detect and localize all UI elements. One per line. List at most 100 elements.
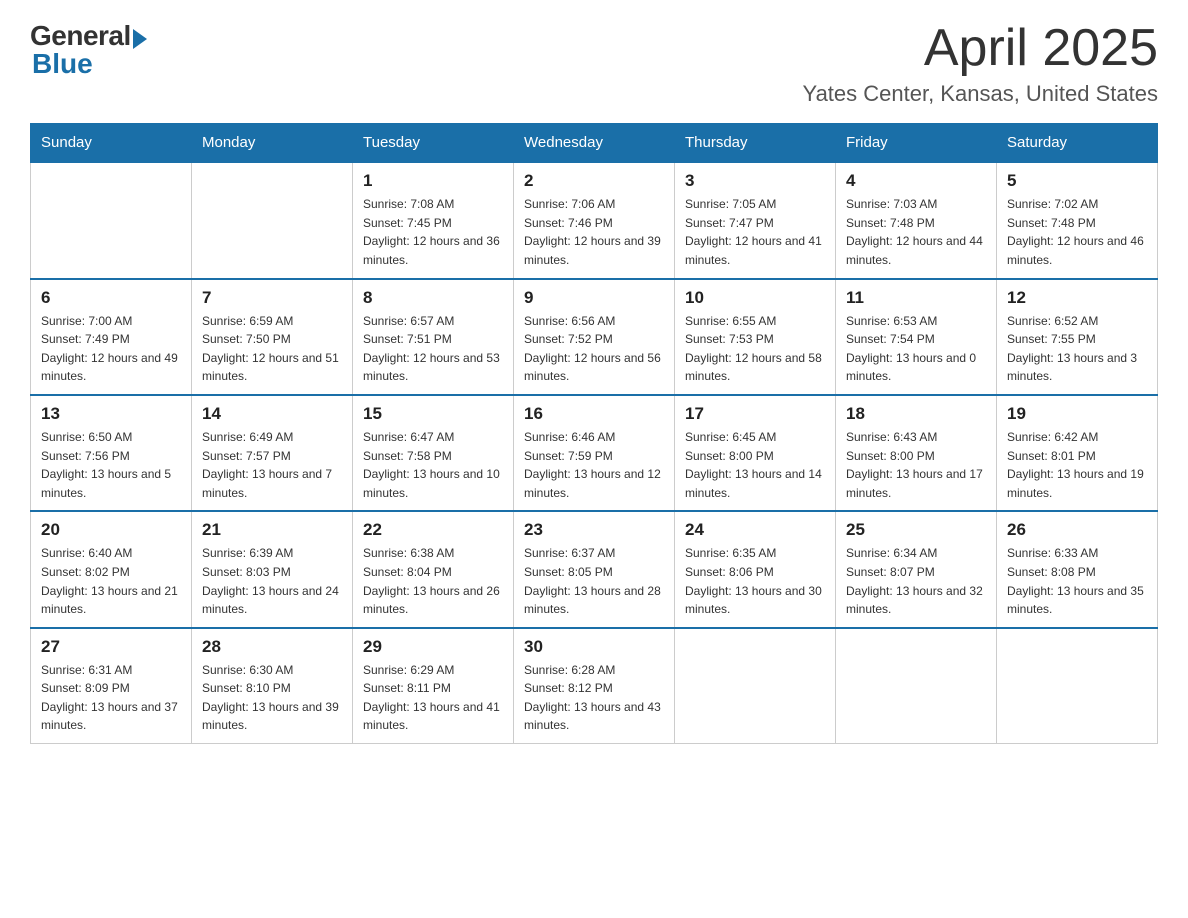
day-info: Sunrise: 7:00 AMSunset: 7:49 PMDaylight:… (41, 312, 181, 386)
header: General Blue April 2025 Yates Center, Ka… (30, 20, 1158, 107)
calendar-cell (997, 628, 1158, 744)
calendar-cell: 12 Sunrise: 6:52 AMSunset: 7:55 PMDayligh… (997, 279, 1158, 395)
day-info: Sunrise: 7:05 AMSunset: 7:47 PMDaylight:… (685, 195, 825, 269)
weekday-header-thursday: Thursday (675, 124, 836, 163)
day-info: Sunrise: 6:49 AMSunset: 7:57 PMDaylight:… (202, 428, 342, 502)
calendar-cell: 10Sunrise: 6:55 AMSunset: 7:53 PMDayligh… (675, 279, 836, 395)
day-info: Sunrise: 6:55 AMSunset: 7:53 PMDaylight:… (685, 312, 825, 386)
day-info: Sunrise: 6:45 AMSunset: 8:00 PMDaylight:… (685, 428, 825, 502)
weekday-header-tuesday: Tuesday (353, 124, 514, 163)
calendar-cell: 2 Sunrise: 7:06 AMSunset: 7:46 PMDaylight… (514, 162, 675, 278)
day-info: Sunrise: 7:03 AMSunset: 7:48 PMDaylight:… (846, 195, 986, 269)
day-number: 3 (685, 171, 825, 191)
calendar-week-row: 20Sunrise: 6:40 AMSunset: 8:02 PMDayligh… (31, 511, 1158, 627)
calendar-cell: 11Sunrise: 6:53 AMSunset: 7:54 PMDayligh… (836, 279, 997, 395)
day-info: Sunrise: 6:33 AMSunset: 8:08 PMDaylight:… (1007, 544, 1147, 618)
calendar-cell (192, 162, 353, 278)
day-info: Sunrise: 6:31 AMSunset: 8:09 PMDaylight:… (41, 661, 181, 735)
calendar-cell: 20Sunrise: 6:40 AMSunset: 8:02 PMDayligh… (31, 511, 192, 627)
calendar-cell: 7 Sunrise: 6:59 AMSunset: 7:50 PMDaylight… (192, 279, 353, 395)
calendar-cell: 1 Sunrise: 7:08 AMSunset: 7:45 PMDaylight… (353, 162, 514, 278)
day-info: Sunrise: 6:57 AMSunset: 7:51 PMDaylight:… (363, 312, 503, 386)
day-info: Sunrise: 6:30 AMSunset: 8:10 PMDaylight:… (202, 661, 342, 735)
day-info: Sunrise: 6:52 AMSunset: 7:55 PMDaylight:… (1007, 312, 1147, 386)
day-info: Sunrise: 6:34 AMSunset: 8:07 PMDaylight:… (846, 544, 986, 618)
day-number: 15 (363, 404, 503, 424)
logo: General Blue (30, 20, 147, 80)
day-number: 8 (363, 288, 503, 308)
day-info: Sunrise: 7:08 AMSunset: 7:45 PMDaylight:… (363, 195, 503, 269)
day-number: 7 (202, 288, 342, 308)
day-number: 16 (524, 404, 664, 424)
calendar-cell (836, 628, 997, 744)
calendar-header-row: SundayMondayTuesdayWednesdayThursdayFrid… (31, 124, 1158, 163)
day-info: Sunrise: 7:02 AMSunset: 7:48 PMDaylight:… (1007, 195, 1147, 269)
day-number: 22 (363, 520, 503, 540)
calendar-week-row: 13 Sunrise: 6:50 AMSunset: 7:56 PMDayligh… (31, 395, 1158, 511)
calendar-cell: 17 Sunrise: 6:45 AMSunset: 8:00 PMDayligh… (675, 395, 836, 511)
day-info: Sunrise: 6:50 AMSunset: 7:56 PMDaylight:… (41, 428, 181, 502)
day-number: 12 (1007, 288, 1147, 308)
day-number: 30 (524, 637, 664, 657)
day-number: 27 (41, 637, 181, 657)
day-number: 18 (846, 404, 986, 424)
day-number: 14 (202, 404, 342, 424)
day-info: Sunrise: 6:59 AMSunset: 7:50 PMDaylight:… (202, 312, 342, 386)
day-info: Sunrise: 6:46 AMSunset: 7:59 PMDaylight:… (524, 428, 664, 502)
calendar-cell: 3 Sunrise: 7:05 AMSunset: 7:47 PMDaylight… (675, 162, 836, 278)
day-info: Sunrise: 6:38 AMSunset: 8:04 PMDaylight:… (363, 544, 503, 618)
day-number: 17 (685, 404, 825, 424)
calendar-cell: 18 Sunrise: 6:43 AMSunset: 8:00 PMDayligh… (836, 395, 997, 511)
day-info: Sunrise: 6:35 AMSunset: 8:06 PMDaylight:… (685, 544, 825, 618)
day-info: Sunrise: 7:06 AMSunset: 7:46 PMDaylight:… (524, 195, 664, 269)
calendar-cell (31, 162, 192, 278)
calendar-cell: 30 Sunrise: 6:28 AMSunset: 8:12 PMDayligh… (514, 628, 675, 744)
day-info: Sunrise: 6:37 AMSunset: 8:05 PMDaylight:… (524, 544, 664, 618)
calendar-cell: 4 Sunrise: 7:03 AMSunset: 7:48 PMDaylight… (836, 162, 997, 278)
logo-blue-text: Blue (32, 48, 93, 80)
calendar-cell: 29Sunrise: 6:29 AMSunset: 8:11 PMDayligh… (353, 628, 514, 744)
day-info: Sunrise: 6:43 AMSunset: 8:00 PMDaylight:… (846, 428, 986, 502)
calendar-cell: 16 Sunrise: 6:46 AMSunset: 7:59 PMDayligh… (514, 395, 675, 511)
calendar-cell: 21 Sunrise: 6:39 AMSunset: 8:03 PMDayligh… (192, 511, 353, 627)
calendar-cell: 23Sunrise: 6:37 AMSunset: 8:05 PMDayligh… (514, 511, 675, 627)
calendar-cell: 14 Sunrise: 6:49 AMSunset: 7:57 PMDayligh… (192, 395, 353, 511)
calendar-cell: 19 Sunrise: 6:42 AMSunset: 8:01 PMDayligh… (997, 395, 1158, 511)
calendar-cell: 27 Sunrise: 6:31 AMSunset: 8:09 PMDayligh… (31, 628, 192, 744)
logo-arrow-icon (133, 29, 147, 49)
location-title: Yates Center, Kansas, United States (803, 81, 1158, 107)
calendar-table: SundayMondayTuesdayWednesdayThursdayFrid… (30, 123, 1158, 744)
day-info: Sunrise: 6:29 AMSunset: 8:11 PMDaylight:… (363, 661, 503, 735)
calendar-cell: 13 Sunrise: 6:50 AMSunset: 7:56 PMDayligh… (31, 395, 192, 511)
calendar-cell: 8 Sunrise: 6:57 AMSunset: 7:51 PMDaylight… (353, 279, 514, 395)
day-number: 13 (41, 404, 181, 424)
calendar-cell: 26 Sunrise: 6:33 AMSunset: 8:08 PMDayligh… (997, 511, 1158, 627)
weekday-header-monday: Monday (192, 124, 353, 163)
calendar-week-row: 27 Sunrise: 6:31 AMSunset: 8:09 PMDayligh… (31, 628, 1158, 744)
weekday-header-sunday: Sunday (31, 124, 192, 163)
weekday-header-saturday: Saturday (997, 124, 1158, 163)
day-number: 1 (363, 171, 503, 191)
calendar-cell: 28 Sunrise: 6:30 AMSunset: 8:10 PMDayligh… (192, 628, 353, 744)
day-number: 5 (1007, 171, 1147, 191)
day-number: 25 (846, 520, 986, 540)
weekday-header-wednesday: Wednesday (514, 124, 675, 163)
day-info: Sunrise: 6:28 AMSunset: 8:12 PMDaylight:… (524, 661, 664, 735)
calendar-cell: 25 Sunrise: 6:34 AMSunset: 8:07 PMDayligh… (836, 511, 997, 627)
day-number: 19 (1007, 404, 1147, 424)
calendar-cell: 6Sunrise: 7:00 AMSunset: 7:49 PMDaylight… (31, 279, 192, 395)
day-number: 24 (685, 520, 825, 540)
day-info: Sunrise: 6:56 AMSunset: 7:52 PMDaylight:… (524, 312, 664, 386)
day-number: 4 (846, 171, 986, 191)
day-info: Sunrise: 6:42 AMSunset: 8:01 PMDaylight:… (1007, 428, 1147, 502)
calendar-cell: 9Sunrise: 6:56 AMSunset: 7:52 PMDaylight… (514, 279, 675, 395)
day-info: Sunrise: 6:39 AMSunset: 8:03 PMDaylight:… (202, 544, 342, 618)
calendar-cell: 5 Sunrise: 7:02 AMSunset: 7:48 PMDaylight… (997, 162, 1158, 278)
day-number: 28 (202, 637, 342, 657)
day-number: 21 (202, 520, 342, 540)
title-area: April 2025 Yates Center, Kansas, United … (803, 20, 1158, 107)
day-number: 2 (524, 171, 664, 191)
day-number: 26 (1007, 520, 1147, 540)
calendar-cell: 24 Sunrise: 6:35 AMSunset: 8:06 PMDayligh… (675, 511, 836, 627)
calendar-cell (675, 628, 836, 744)
